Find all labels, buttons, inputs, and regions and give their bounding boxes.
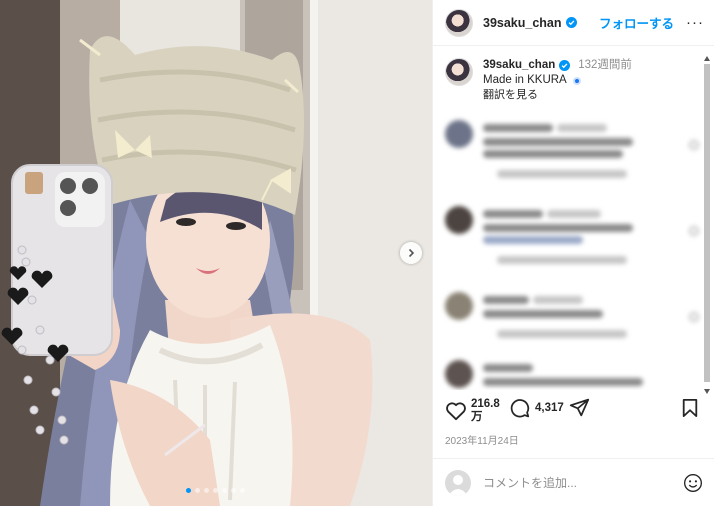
like-button[interactable]: 216.8 万 [445, 398, 500, 424]
chevron-right-icon [408, 248, 415, 258]
verified-badge-icon [565, 17, 577, 28]
carousel-dot [231, 488, 236, 493]
action-bar: 216.8 万 4,317 [445, 398, 703, 430]
comment-button[interactable]: 4,317 [509, 398, 564, 419]
carousel-indicator [186, 488, 245, 493]
share-button[interactable] [569, 397, 590, 418]
heart-icon [446, 402, 466, 421]
comments-list[interactable] [433, 112, 714, 390]
carousel-dot [195, 488, 200, 493]
post-media[interactable] [0, 0, 432, 506]
list-item [445, 206, 703, 270]
carousel-dot [222, 488, 227, 493]
caption-username[interactable]: 39saku_chan [483, 58, 555, 73]
list-item [445, 120, 703, 184]
post-photo [0, 0, 432, 506]
caption-time-ago: 132週間前 [578, 59, 632, 71]
likes-unit: 万 [471, 411, 483, 423]
verified-badge-icon [559, 60, 571, 71]
caption-avatar[interactable] [445, 58, 473, 86]
caption: 39saku_chan 132週間前 Made in KKURA 翻訳を見る [445, 58, 704, 103]
comments-count: 4,317 [535, 402, 564, 414]
globe-icon [572, 76, 581, 85]
follow-button[interactable]: フォローする [599, 13, 674, 32]
bookmark-icon [682, 399, 698, 417]
list-item [445, 292, 703, 356]
avatar[interactable] [445, 8, 473, 37]
author-username[interactable]: 39saku_chan [483, 16, 562, 30]
caption-text: Made in KKURA [483, 74, 567, 86]
post-header: 39saku_chan フォローする ··· [433, 0, 714, 46]
likes-count: 216.8 [471, 398, 500, 410]
carousel-dot [240, 488, 245, 493]
carousel-dot [204, 488, 209, 493]
more-icon[interactable]: ··· [686, 14, 704, 31]
post-date: 2023年11月24日 [445, 436, 519, 447]
carousel-next-button[interactable] [400, 242, 422, 264]
carousel-dot [213, 488, 218, 493]
translate-link[interactable]: 翻訳を見る [483, 88, 632, 103]
comments-scrollbar[interactable] [702, 56, 712, 394]
comment-icon [510, 399, 530, 418]
comment-input[interactable] [483, 475, 683, 490]
emoji-icon[interactable] [683, 473, 703, 493]
share-icon [569, 398, 590, 417]
post-panel: 39saku_chan フォローする ··· 39saku_chan 132週間… [432, 0, 714, 506]
user-placeholder-icon [445, 469, 471, 496]
carousel-dot [186, 488, 191, 493]
add-comment-bar [433, 458, 714, 506]
list-item [445, 360, 703, 390]
save-button[interactable] [681, 398, 699, 418]
